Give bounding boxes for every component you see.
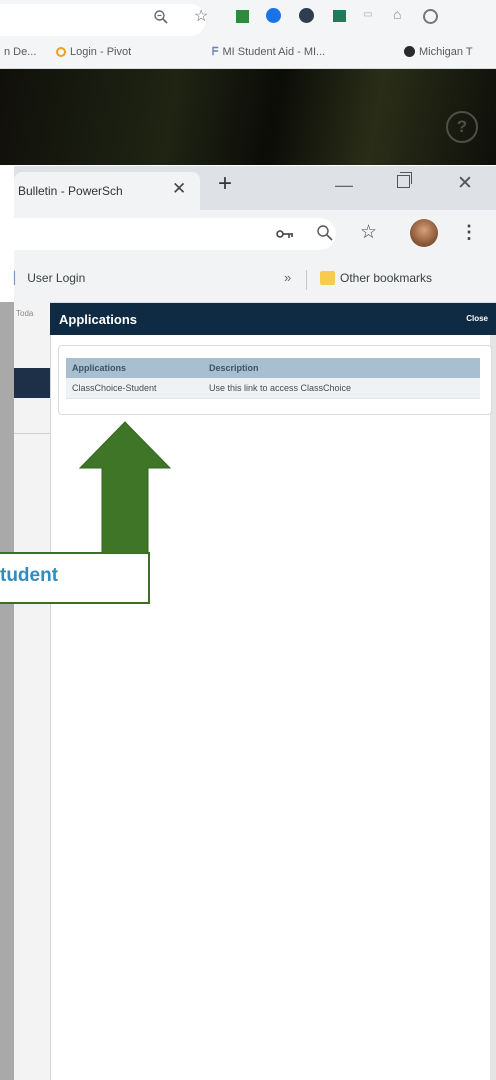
left-divider bbox=[14, 433, 50, 434]
more-menu-icon[interactable]: ⋮ bbox=[460, 222, 478, 243]
site-header-banner: ? bbox=[0, 69, 496, 165]
zoom-icon[interactable] bbox=[316, 224, 334, 242]
window-close-button[interactable]: ✕ bbox=[457, 172, 473, 195]
bookmark-star-icon[interactable]: ☆ bbox=[360, 221, 377, 244]
extension-gray-icon[interactable]: ▭ bbox=[363, 9, 372, 20]
inner-tab-strip: Bulletin - PowerSch ✕ bbox=[14, 166, 496, 210]
applications-table-frame: Applications Description ClassChoice-Stu… bbox=[58, 345, 492, 415]
extension-circle-icon[interactable] bbox=[423, 9, 438, 24]
description-cell: Use this link to access ClassChoice bbox=[203, 378, 480, 399]
tab-title: Bulletin - PowerSch bbox=[18, 184, 123, 198]
profile-avatar[interactable] bbox=[410, 219, 438, 247]
tab-close-icon[interactable]: ✕ bbox=[172, 179, 186, 199]
folder-icon bbox=[320, 271, 335, 285]
bookmark-item-1[interactable]: n De... bbox=[4, 46, 36, 58]
applications-table: Applications Description ClassChoice-Stu… bbox=[66, 358, 480, 399]
key-icon[interactable] bbox=[276, 227, 294, 241]
extension-blue-shield-icon[interactable] bbox=[266, 8, 281, 23]
bookmarks-overflow-button[interactable]: » bbox=[284, 270, 291, 285]
left-window-edge bbox=[0, 302, 14, 1080]
annotation-arrow-icon bbox=[78, 421, 172, 554]
extension-teal-icon[interactable] bbox=[333, 10, 346, 22]
bookmark-star-icon[interactable]: ☆ bbox=[194, 6, 208, 26]
inner-bookmarks-bar: ▏ User Login » Other bookmarks bbox=[14, 258, 496, 303]
help-icon[interactable]: ? bbox=[446, 111, 478, 143]
annotation-label-box: tudent bbox=[0, 552, 150, 604]
page-left-panel bbox=[14, 302, 51, 1080]
extension-building-icon[interactable]: ⌂ bbox=[393, 6, 401, 22]
inner-browser-toolbar: ☆ ⋮ bbox=[14, 210, 496, 258]
extension-green-icon[interactable] bbox=[236, 10, 249, 23]
outer-browser-toolbar: ☆ ▭ ⌂ bbox=[0, 0, 496, 40]
annotation-label: tudent bbox=[0, 565, 59, 586]
outer-bookmarks-bar: n De... Login - Pivot ᖴ MI Student Aid - … bbox=[0, 40, 496, 69]
restore-button[interactable] bbox=[397, 172, 412, 188]
bookmark-user-login[interactable]: ▏ User Login bbox=[14, 271, 85, 285]
dialog-close-button[interactable]: Close bbox=[466, 314, 488, 323]
bookmark-item-login-pivot[interactable]: Login - Pivot bbox=[56, 46, 131, 58]
minimize-button[interactable]: — bbox=[335, 175, 353, 196]
left-nav-bar bbox=[14, 368, 50, 398]
new-tab-button[interactable]: + bbox=[218, 170, 232, 198]
zoom-icon[interactable] bbox=[153, 9, 169, 25]
outer-address-bar[interactable] bbox=[0, 4, 206, 36]
dialog-title: Applications bbox=[59, 312, 138, 327]
column-header-description: Description bbox=[203, 358, 480, 378]
bookmark-item-mi-student-aid[interactable]: ᖴ MI Student Aid - MI... bbox=[212, 46, 325, 59]
column-header-applications: Applications bbox=[66, 358, 203, 378]
bookmark-other-bookmarks[interactable]: Other bookmarks bbox=[340, 271, 432, 285]
dialog-scrollbar-track[interactable] bbox=[490, 333, 496, 1080]
globe-icon bbox=[404, 46, 415, 57]
classchoice-student-link[interactable]: ClassChoice-Student bbox=[66, 378, 203, 399]
bookmarks-divider bbox=[306, 270, 307, 290]
tab-bulletin-powerschool[interactable]: Bulletin - PowerSch ✕ bbox=[14, 172, 200, 210]
table-row: ClassChoice-Student Use this link to acc… bbox=[66, 378, 480, 399]
table-header-row: Applications Description bbox=[66, 358, 480, 378]
applications-dialog-header: Applications Close bbox=[50, 303, 496, 335]
left-tab-fragment[interactable]: Toda bbox=[16, 309, 33, 318]
extension-dark-shield-icon[interactable] bbox=[299, 8, 314, 23]
pivot-icon bbox=[56, 47, 66, 57]
mi-student-aid-icon: ᖴ bbox=[212, 46, 219, 58]
bookmark-item-michigan[interactable]: Michigan T bbox=[404, 46, 473, 58]
